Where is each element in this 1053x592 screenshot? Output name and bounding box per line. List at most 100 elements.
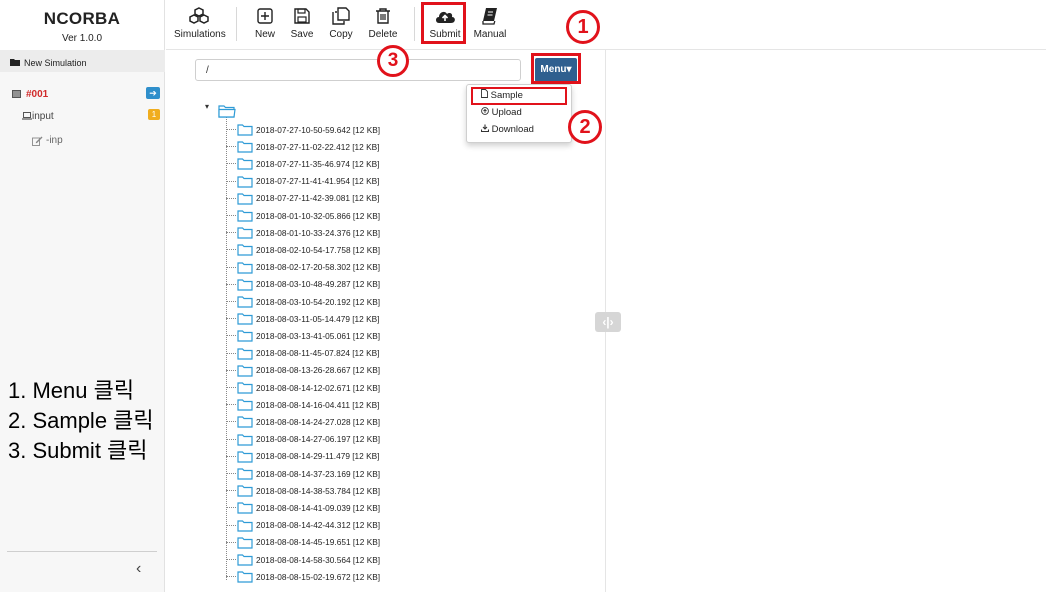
tree-connector (226, 232, 236, 234)
tree-node[interactable]: 2018-08-08-14-45-19.651 [12 KB] (226, 534, 380, 551)
tree-node[interactable]: 2018-08-08-14-41-09.039 [12 KB] (226, 499, 380, 516)
tree-connector (226, 507, 236, 509)
tree-node[interactable]: 2018-08-08-14-37-23.169 [12 KB] (226, 465, 380, 482)
tree-node[interactable]: 2018-08-08-14-42-44.312 [12 KB] (226, 517, 380, 534)
tree-node[interactable]: 2018-08-08-14-12-02.671 [12 KB] (226, 379, 380, 396)
cubes-icon (174, 6, 224, 26)
tree-connector (226, 318, 236, 320)
tree-node[interactable]: 2018-08-02-17-20-58.302 [12 KB] (226, 259, 380, 276)
tree-node-label: 2018-07-27-11-41-41.954 [12 KB] (256, 176, 380, 187)
menu-highlight (531, 53, 581, 84)
tree-node[interactable]: 2018-08-03-10-48-49.287 [12 KB] (226, 276, 380, 293)
simulations-label: Simulations (174, 29, 226, 40)
tree-connector (226, 524, 236, 526)
app-window: NCORBA Ver 1.0.0 Simulations New Save Co… (0, 0, 1053, 592)
delete-button[interactable]: Delete (367, 6, 399, 44)
folder-icon (237, 398, 253, 411)
folder-icon (237, 329, 253, 342)
tree-node-label: 2018-08-02-10-54-17.758 [12 KB] (256, 244, 381, 255)
instructions: 1. Menu 클릭 2. Sample 클릭 3. Submit 클릭 (8, 376, 154, 466)
folder-icon (237, 433, 253, 446)
folder-icon (237, 519, 253, 532)
tree-connector (226, 301, 236, 302)
tree-node[interactable]: 2018-07-27-11-02-22.412 [12 KB] (226, 138, 379, 155)
manual-button[interactable]: Manual (473, 6, 507, 44)
tree-connector (226, 438, 236, 440)
tree-connector (226, 197, 236, 199)
collapse-sidebar-icon[interactable]: ‹ (136, 560, 141, 578)
tree-node-label: 2018-08-08-14-27-06.197 [12 KB] (256, 434, 381, 445)
new-simulation-row[interactable]: New Simulation (0, 50, 165, 72)
folder-icon (237, 295, 253, 308)
folder-icon (237, 123, 253, 136)
save-button[interactable]: Save (288, 6, 316, 44)
floppy-disk-icon (288, 6, 316, 26)
tree-node-label: 2018-07-27-11-42-39.081 [12 KB] (256, 193, 380, 204)
arrow-right-icon[interactable]: ➔ (146, 87, 160, 99)
new-simulation-label: New Simulation (24, 58, 87, 68)
copy-icon (326, 6, 356, 26)
tree-node-label: 2018-08-08-14-24-27.028 [12 KB] (256, 416, 381, 427)
tree-node[interactable]: 2018-08-08-14-29-11.479 [12 KB] (226, 448, 379, 465)
tree-node[interactable]: 2018-08-08-11-45-07.824 [12 KB] (226, 345, 379, 362)
tree-node[interactable]: 2018-08-08-14-24-27.028 [12 KB] (226, 413, 380, 430)
tree-node-label: 2018-08-08-14-41-09.039 [12 KB] (256, 502, 381, 513)
tree-connector (226, 352, 236, 354)
path-input[interactable]: / (195, 59, 521, 81)
tree-node-label: 2018-08-08-14-45-19.651 [12 KB] (256, 537, 381, 548)
tree-connector (226, 180, 236, 182)
folder-icon (237, 484, 253, 497)
tree-node[interactable]: 2018-08-03-11-05-14.479 [12 KB] (226, 310, 379, 327)
tree-node[interactable]: 2018-08-01-10-32-05.866 [12 KB] (226, 207, 380, 224)
copy-button[interactable]: Copy (326, 6, 356, 44)
folder-icon (237, 501, 253, 514)
file-tree: ▾ 2018-07-27-10-50-59.642 [12 KB] 2018-07… (190, 96, 590, 592)
tree-node-label: 2018-08-08-14-16-04.411 [12 KB] (256, 399, 380, 410)
splitter-handle-icon[interactable]: ‹|› (595, 312, 621, 332)
new-button[interactable]: New (252, 6, 278, 44)
caret-down-icon[interactable]: ▾ (205, 102, 209, 111)
folder-icon (237, 192, 253, 205)
tree-node[interactable]: 2018-08-03-10-54-20.192 [12 KB] (226, 293, 380, 310)
tree-node[interactable]: 2018-08-08-15-02-19.672 [12 KB] (226, 568, 380, 585)
folder-icon (237, 278, 253, 291)
tree-node-label: 2018-08-08-11-45-07.824 [12 KB] (256, 348, 380, 359)
sidebar-divider (7, 551, 157, 552)
copy-label: Copy (329, 29, 353, 40)
tree-node[interactable]: 2018-07-27-11-42-39.081 [12 KB] (226, 190, 379, 207)
tree-node[interactable]: 2018-07-27-11-41-41.954 [12 KB] (226, 173, 379, 190)
tree-node[interactable]: 2018-08-03-13-41-05.061 [12 KB] (226, 327, 380, 344)
folder-icon (237, 467, 253, 480)
tree-connector (226, 283, 236, 285)
tree-node-label: 2018-08-08-14-42-44.312 [12 KB] (256, 520, 381, 531)
tree-node-label: 2018-08-01-10-32-05.866 [12 KB] (256, 210, 381, 221)
tree-connector (226, 541, 236, 543)
tree-node[interactable]: 2018-07-27-10-50-59.642 [12 KB] (226, 121, 380, 138)
sidebar-item-simulation[interactable]: #001 ➔ (0, 84, 165, 106)
tree-connector (226, 163, 236, 165)
edit-icon (32, 136, 43, 149)
tree-node[interactable]: 2018-08-01-10-33-24.376 [12 KB] (226, 224, 380, 241)
simulations-button[interactable]: Simulations (174, 6, 226, 44)
tree-node-label: 2018-07-27-11-02-22.412 [12 KB] (256, 141, 380, 152)
sidebar-item-input[interactable]: input 1 (0, 106, 165, 128)
tree-node[interactable]: 2018-07-27-11-35-46.974 [12 KB] (226, 155, 379, 172)
tree-node[interactable]: 2018-08-02-10-54-17.758 [12 KB] (226, 241, 380, 258)
new-simulation-item[interactable]: New Simulation (10, 58, 87, 68)
tree-connector (226, 146, 236, 148)
tree-connector (226, 421, 236, 423)
tree-node[interactable]: 2018-08-08-14-58-30.564 [12 KB] (226, 551, 380, 568)
folder-icon (237, 140, 253, 153)
tree-node[interactable]: 2018-08-08-14-16-04.411 [12 KB] (226, 396, 379, 413)
folder-icon (237, 209, 253, 222)
tree-node-label: 2018-08-01-10-33-24.376 [12 KB] (256, 227, 381, 238)
tree-node[interactable]: 2018-08-08-13-26-28.667 [12 KB] (226, 362, 380, 379)
sidebar: New Simulation #001 ➔ input 1 -inp ‹ (0, 50, 165, 592)
sidebar-item-inp[interactable]: -inp (0, 130, 165, 152)
tree-connector (226, 490, 236, 492)
list-icon (12, 90, 21, 101)
tree-node[interactable]: 2018-08-08-14-38-53.784 [12 KB] (226, 482, 380, 499)
tree-node[interactable]: 2018-08-08-14-27-06.197 [12 KB] (226, 431, 380, 448)
brand: NCORBA Ver 1.0.0 (0, 0, 165, 50)
tree-node-label: 2018-08-08-14-12-02.671 [12 KB] (256, 382, 381, 393)
